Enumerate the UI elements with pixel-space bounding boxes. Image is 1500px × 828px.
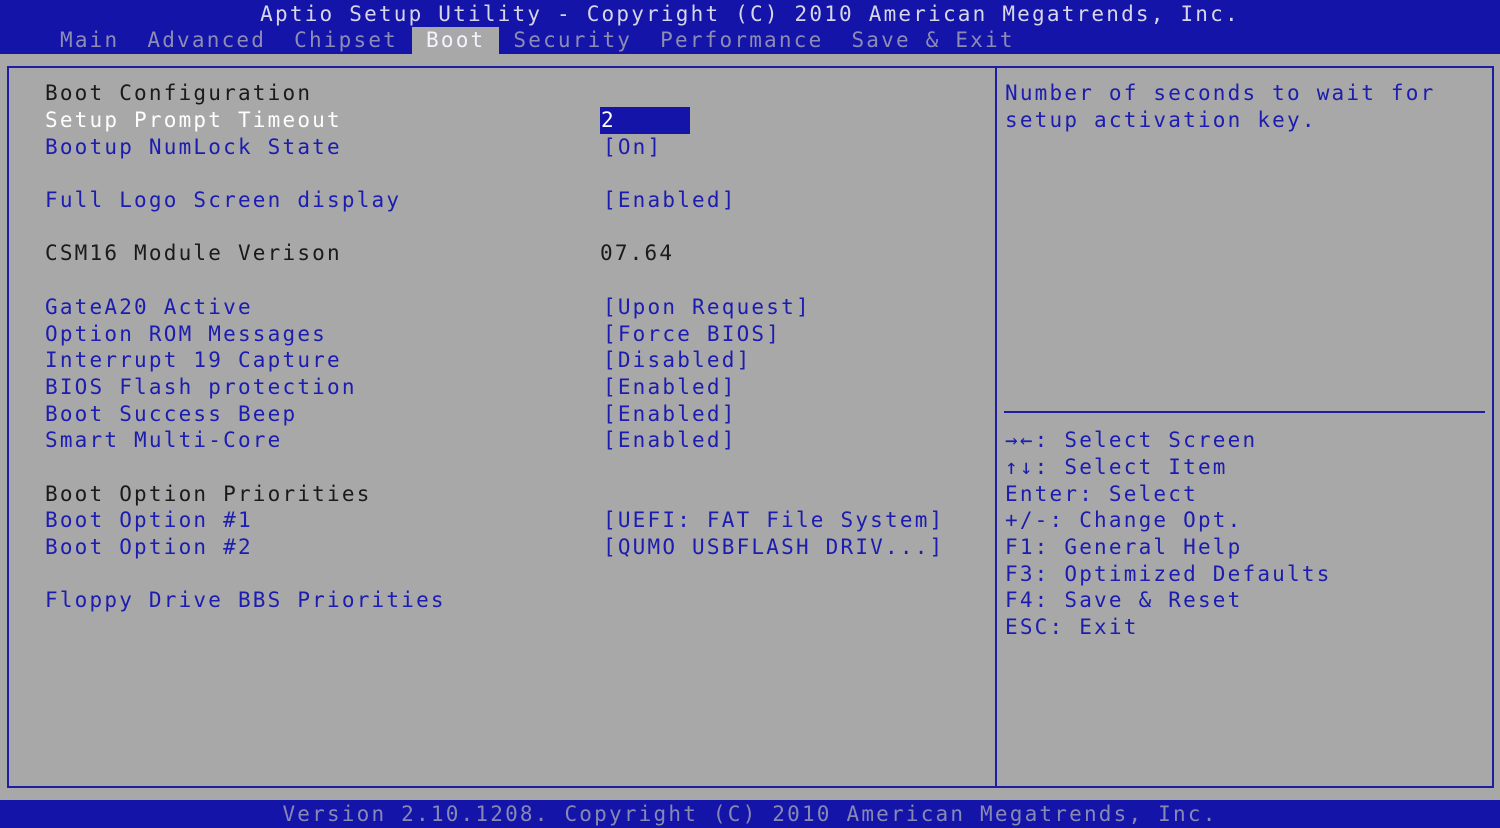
key-hint-select-item: ↑↓: Select Item bbox=[1005, 455, 1228, 479]
key-hint-esc-exit: ESC: Exit bbox=[1005, 615, 1139, 639]
tab-save-exit[interactable]: Save & Exit bbox=[837, 27, 1028, 54]
bios-flash-protection-value[interactable]: [Enabled] bbox=[603, 374, 737, 401]
csm16-module-version-value: 07.64 bbox=[600, 241, 675, 265]
boot-success-beep-value[interactable]: [Enabled] bbox=[603, 401, 737, 428]
key-hint-select-screen: →←: Select Screen bbox=[1005, 428, 1258, 452]
key-hint-change-opt: +/-: Change Opt. bbox=[1005, 508, 1243, 532]
key-hint-save-reset: F4: Save & Reset bbox=[1005, 588, 1243, 612]
smart-multi-core-label[interactable]: Smart Multi-Core bbox=[45, 427, 283, 454]
tab-security[interactable]: Security bbox=[499, 27, 646, 54]
bios-flash-protection-label[interactable]: BIOS Flash protection bbox=[45, 374, 357, 401]
gatea20-active-value[interactable]: [Upon Request] bbox=[603, 294, 811, 321]
full-logo-screen-value[interactable]: [Enabled] bbox=[603, 187, 737, 214]
boot-option-2-label[interactable]: Boot Option #2 bbox=[45, 534, 253, 561]
help-divider bbox=[1004, 411, 1485, 413]
footer-version-text: Version 2.10.1208. Copyright (C) 2010 Am… bbox=[282, 802, 1218, 826]
setup-prompt-timeout-label[interactable]: Setup Prompt Timeout bbox=[45, 107, 342, 134]
interrupt-19-capture-value[interactable]: [Disabled] bbox=[603, 347, 751, 374]
bootup-numlock-state-value[interactable]: [On] bbox=[603, 134, 662, 161]
csm16-module-version-label: CSM16 Module Verison bbox=[45, 241, 342, 265]
key-hint-enter-select: Enter: Select bbox=[1005, 482, 1198, 506]
boot-success-beep-label[interactable]: Boot Success Beep bbox=[45, 401, 297, 428]
option-rom-messages-value[interactable]: [Force BIOS] bbox=[603, 321, 781, 348]
boot-option-1-label[interactable]: Boot Option #1 bbox=[45, 507, 253, 534]
help-text-line-2: setup activation key. bbox=[1005, 108, 1317, 132]
boot-option-priorities-heading: Boot Option Priorities bbox=[45, 482, 372, 506]
interrupt-19-capture-label[interactable]: Interrupt 19 Capture bbox=[45, 347, 342, 374]
setup-prompt-timeout-value[interactable]: 2 bbox=[600, 107, 690, 134]
tab-boot[interactable]: Boot bbox=[412, 27, 500, 54]
option-rom-messages-label[interactable]: Option ROM Messages bbox=[45, 321, 327, 348]
boot-option-1-value[interactable]: [UEFI: FAT File System] bbox=[603, 507, 944, 534]
boot-option-2-value[interactable]: [QUMO USBFLASH DRIV...] bbox=[603, 534, 944, 561]
bootup-numlock-state-label[interactable]: Bootup NumLock State bbox=[45, 134, 342, 161]
window-title: Aptio Setup Utility - Copyright (C) 2010… bbox=[260, 2, 1240, 26]
help-text-line-1: Number of seconds to wait for bbox=[1005, 81, 1436, 105]
key-hint-optimized-defaults: F3: Optimized Defaults bbox=[1005, 562, 1332, 586]
menu-tabs: Main Advanced Chipset Boot Security Perf… bbox=[46, 27, 1029, 54]
tab-main[interactable]: Main bbox=[46, 27, 133, 54]
tab-performance[interactable]: Performance bbox=[646, 27, 837, 54]
panel-divider bbox=[995, 66, 997, 788]
floppy-drive-bbs-priorities-link[interactable]: Floppy Drive BBS Priorities bbox=[45, 587, 446, 614]
gatea20-active-label[interactable]: GateA20 Active bbox=[45, 294, 253, 321]
full-logo-screen-label[interactable]: Full Logo Screen display bbox=[45, 187, 401, 214]
smart-multi-core-value[interactable]: [Enabled] bbox=[603, 427, 737, 454]
key-hint-general-help: F1: General Help bbox=[1005, 535, 1243, 559]
tab-advanced[interactable]: Advanced bbox=[133, 27, 280, 54]
tab-chipset[interactable]: Chipset bbox=[280, 27, 412, 54]
boot-configuration-heading: Boot Configuration bbox=[45, 81, 313, 105]
